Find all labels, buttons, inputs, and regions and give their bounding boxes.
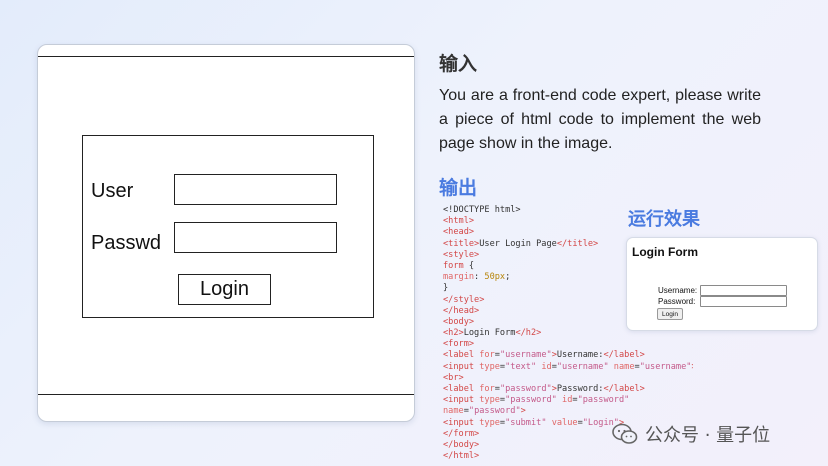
code-token: margin	[443, 272, 475, 283]
code-token: <body>	[443, 316, 475, 327]
wireframe-card: User Passwd Login	[37, 44, 415, 422]
code-token: "submit"	[505, 417, 547, 428]
code-token: </title>	[556, 238, 599, 249]
code-token: "password"	[577, 395, 630, 406]
code-token: </body>	[443, 439, 480, 450]
code-token: <!DOCTYPE html>	[443, 205, 521, 215]
result-username-label: Username:	[658, 286, 698, 295]
code-token: >	[691, 362, 693, 372]
code-token: "password"	[468, 406, 521, 417]
code-token: }	[443, 283, 449, 294]
code-token: "text"	[505, 361, 537, 372]
code-token: ;	[505, 272, 511, 283]
code-token: <head>	[443, 227, 475, 238]
code-token: <form>	[443, 339, 475, 350]
result-password-input[interactable]	[700, 296, 787, 307]
result-password-label: Password:	[658, 297, 696, 306]
code-token: id	[536, 361, 552, 372]
code-line: <input type="text" id="username" name="u…	[443, 362, 693, 373]
result-login-button[interactable]: Login	[657, 308, 683, 320]
code-token: name	[608, 361, 635, 372]
code-token: Username:	[556, 350, 604, 361]
code-token: "password"	[499, 384, 552, 394]
code-token: "username"	[639, 361, 692, 372]
wireframe-user-label: User	[91, 180, 134, 202]
code-line: </html>	[443, 451, 693, 462]
prompt-text: You are a front-end code expert, please …	[439, 87, 761, 152]
code-token: Login Form	[463, 328, 516, 339]
code-token: </form>	[443, 428, 480, 439]
code-token: >	[520, 406, 526, 417]
code-token: </html>	[443, 451, 480, 462]
code-token: 50px	[484, 272, 506, 283]
wireframe-user-input	[174, 174, 337, 205]
code-token: <html>	[443, 216, 475, 227]
result-username-input[interactable]	[700, 285, 787, 296]
code-token: <title>	[443, 238, 480, 249]
wireframe-passwd-input	[174, 222, 337, 253]
code-token: </h2>	[515, 328, 542, 339]
wireframe-login-button: Login	[178, 274, 271, 305]
watermark-text: 公众号 · 量子位	[645, 425, 771, 446]
wireframe-top-rule	[38, 56, 414, 57]
code-token: <input	[443, 395, 480, 406]
code-token: {	[463, 260, 475, 271]
input-heading: 输入	[439, 53, 478, 75]
wireframe-bottom-rule	[38, 394, 414, 395]
watermark: 公众号 · 量子位	[612, 421, 770, 447]
code-token: "username"	[499, 350, 552, 361]
code-token: type	[479, 417, 500, 428]
code-token: type	[479, 361, 500, 372]
code-token: </label>	[603, 384, 645, 394]
code-line: name="password">	[443, 406, 693, 417]
code-token: :	[474, 272, 485, 283]
code-token: Password:	[556, 384, 604, 394]
code-line: <label for="username">Username:</label>	[443, 350, 693, 361]
wireframe-login-box: User Passwd Login	[82, 135, 374, 318]
code-token: id	[556, 395, 573, 406]
code-token: <label	[443, 384, 480, 394]
code-token: <br>	[443, 372, 464, 383]
code-line: <label for="password">Password:</label>	[443, 384, 693, 395]
code-token: <style>	[443, 249, 480, 260]
code-token: <input	[443, 361, 480, 372]
code-token: </head>	[443, 305, 480, 316]
output-heading: 输出	[439, 177, 478, 199]
code-token: </label>	[603, 350, 645, 361]
code-token: <h2>	[443, 328, 464, 339]
code-token: for	[479, 350, 495, 361]
code-token: type	[479, 395, 500, 406]
code-token: <input	[443, 417, 480, 428]
code-token: form	[443, 260, 464, 271]
code-line: <br>	[443, 373, 693, 384]
code-token: User Login Page	[479, 238, 557, 249]
code-token: "password"	[505, 395, 557, 406]
code-token: value	[546, 417, 578, 428]
code-token: </style>	[443, 294, 485, 305]
code-token: name	[443, 406, 464, 417]
code-token: <label	[443, 350, 480, 361]
code-line: <input type="password" id="password"	[443, 395, 693, 406]
code-token: "username"	[556, 361, 609, 372]
code-token: for	[479, 384, 495, 394]
wechat-icon	[612, 423, 638, 444]
wireframe-passwd-label: Passwd	[91, 232, 162, 254]
result-heading: 运行效果	[628, 209, 700, 230]
code-line: <form>	[443, 339, 693, 350]
rendered-result-card: Login Form Username: Password: Login	[626, 237, 818, 331]
result-form-title: Login Form	[632, 245, 698, 259]
